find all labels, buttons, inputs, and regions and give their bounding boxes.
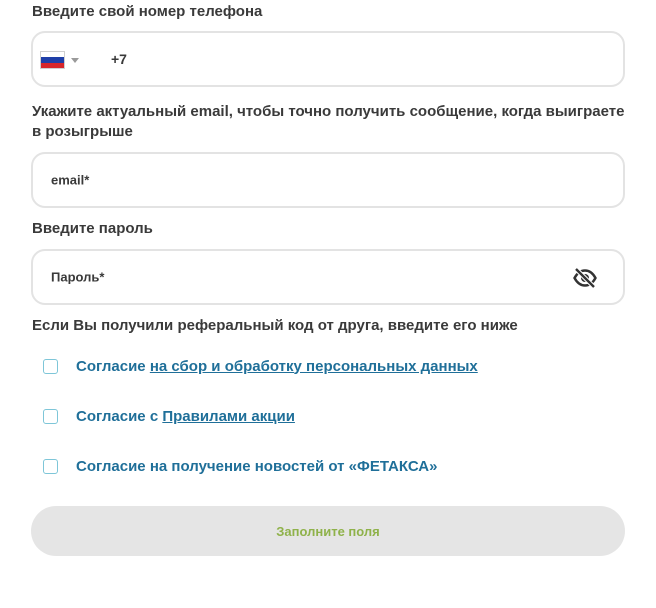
- password-field[interactable]: Пароль*: [31, 249, 625, 305]
- rules-link[interactable]: Правилами акции: [162, 408, 295, 425]
- eye-off-icon[interactable]: [573, 266, 597, 290]
- russia-flag-icon[interactable]: [40, 51, 65, 69]
- consent-news-label: Согласие на получение новостей от «ФЕТАК…: [76, 457, 438, 475]
- password-placeholder: Пароль*: [51, 269, 105, 285]
- referral-text[interactable]: Если Вы получили реферальный код от друг…: [32, 316, 518, 336]
- phone-label: Введите свой номер телефона: [32, 3, 263, 20]
- chevron-down-icon[interactable]: [71, 58, 79, 63]
- email-label: Укажите актуальный email, чтобы точно по…: [32, 103, 625, 140]
- password-label: Введите пароль: [32, 220, 153, 237]
- consent-news-checkbox[interactable]: [43, 458, 58, 474]
- consent-rules-checkbox[interactable]: [43, 408, 58, 424]
- submit-button[interactable]: Заполните поля: [31, 506, 625, 556]
- consent-prefix: Согласие с: [76, 407, 163, 425]
- personal-data-link[interactable]: на сбор и обработку персональных данных: [150, 358, 478, 375]
- email-field[interactable]: email*: [31, 152, 625, 208]
- email-placeholder: email*: [51, 172, 90, 188]
- phone-field[interactable]: +7: [31, 31, 625, 87]
- consent-prefix: Согласие: [76, 357, 150, 375]
- phone-prefix: +7: [111, 51, 127, 67]
- consent-rules[interactable]: Согласие с Правилами акции: [43, 406, 295, 426]
- consent-news[interactable]: Согласие на получение новостей от «ФЕТАК…: [43, 456, 437, 476]
- consent-personal-data-checkbox[interactable]: [43, 358, 58, 374]
- consent-personal-data[interactable]: Согласие на сбор и обработку персональны…: [43, 356, 478, 376]
